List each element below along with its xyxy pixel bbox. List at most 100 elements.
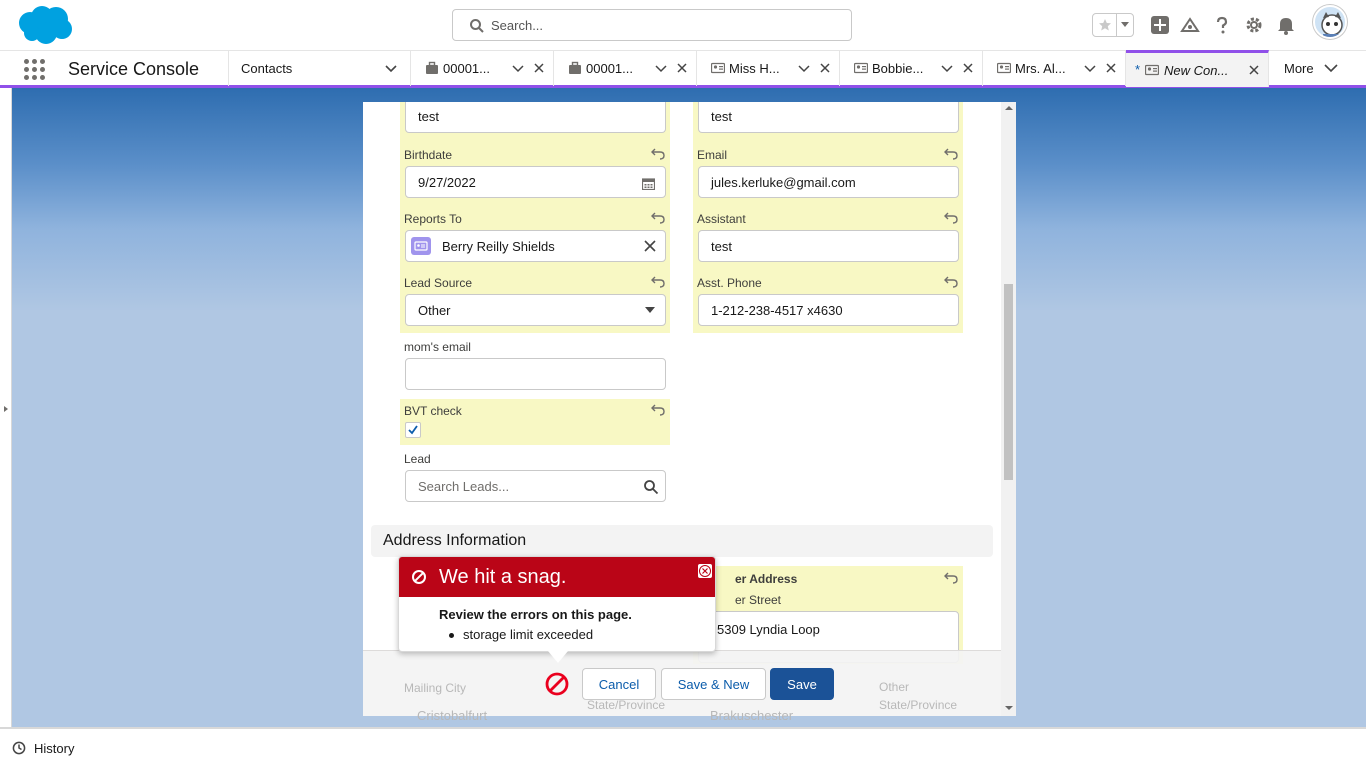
lead-label: Lead <box>404 452 431 466</box>
birthdate-label: Birthdate <box>404 148 453 162</box>
undo-icon[interactable] <box>651 274 665 288</box>
calendar-icon[interactable] <box>642 177 655 190</box>
user-avatar[interactable] <box>1313 5 1347 39</box>
close-icon[interactable] <box>533 62 545 74</box>
modal-scrollbar[interactable] <box>1001 102 1016 716</box>
undo-icon[interactable] <box>651 146 665 160</box>
unsaved-marker: * <box>1135 62 1141 77</box>
chevron-down-icon[interactable] <box>797 61 811 75</box>
search-input[interactable] <box>491 11 841 39</box>
lead-lookup-input[interactable]: Search Leads... <box>405 470 666 502</box>
undo-icon[interactable] <box>944 274 958 288</box>
help-icon[interactable] <box>1210 13 1234 37</box>
workspace-tab-case-1[interactable]: 00001... <box>411 51 554 86</box>
app-name: Service Console <box>68 59 200 79</box>
contact-card-icon <box>997 62 1011 74</box>
chevron-down-icon <box>1324 64 1338 73</box>
cancel-button[interactable]: Cancel <box>582 668 656 700</box>
save-and-new-button[interactable]: Save & New <box>661 668 766 700</box>
clear-selection-icon[interactable] <box>644 240 656 252</box>
email-input[interactable]: jules.kerluke@gmail.com <box>698 166 959 198</box>
close-icon[interactable] <box>697 563 713 579</box>
chevron-down-icon[interactable] <box>1083 61 1097 75</box>
error-popover-header: We hit a snag. <box>399 557 715 597</box>
undo-icon[interactable] <box>944 570 958 584</box>
expand-arrow-icon[interactable] <box>4 406 8 412</box>
workspace-tab-contact-2[interactable]: Bobbie... <box>840 51 983 86</box>
assistant-label: Assistant <box>697 212 746 226</box>
workspace-tab-case-2[interactable]: 00001... <box>554 51 697 86</box>
workspace-tab-contact-1[interactable]: Miss H... <box>697 51 840 86</box>
global-search[interactable] <box>452 9 852 41</box>
moms-email-input[interactable] <box>405 358 666 390</box>
text-field-right[interactable]: test <box>698 102 959 133</box>
global-header <box>0 0 1366 50</box>
close-icon[interactable] <box>819 62 831 74</box>
briefcase-icon <box>569 61 581 74</box>
lead-source-label: Lead Source <box>404 276 473 290</box>
chevron-down-icon[interactable] <box>654 61 668 75</box>
lead-placeholder: Search Leads... <box>418 479 510 494</box>
scrollbar-thumb[interactable] <box>1004 284 1013 480</box>
error-indicator-icon[interactable] <box>544 671 570 697</box>
scroll-up-arrow-icon[interactable] <box>1005 106 1013 110</box>
favorites-dropdown-icon[interactable] <box>1117 14 1133 36</box>
text-field-left[interactable]: test <box>405 102 666 133</box>
contact-card-icon <box>1145 64 1159 76</box>
tab-label: 00001... <box>586 61 633 76</box>
undo-icon[interactable] <box>944 146 958 160</box>
trailhead-icon[interactable] <box>1178 13 1202 37</box>
contact-card-icon <box>854 62 868 74</box>
other-address-label: er Address <box>735 572 798 586</box>
undo-icon[interactable] <box>651 210 665 224</box>
workspace-tab-contact-3[interactable]: Mrs. Al... <box>983 51 1126 86</box>
birthdate-input[interactable]: 9/27/2022 <box>405 166 666 198</box>
assistant-input[interactable]: test <box>698 230 959 262</box>
lead-source-select[interactable]: Other <box>405 294 666 326</box>
nav-item-contacts[interactable]: Contacts <box>228 51 371 86</box>
history-label: History <box>34 741 75 756</box>
close-icon[interactable] <box>1105 62 1117 74</box>
star-icon[interactable] <box>1093 14 1117 36</box>
undo-icon[interactable] <box>651 402 665 416</box>
dropdown-arrow-icon <box>645 307 655 313</box>
popover-pointer <box>548 651 568 663</box>
salesforce-logo[interactable] <box>16 5 74 45</box>
setup-gear-icon[interactable] <box>1242 13 1266 37</box>
contact-card-icon <box>711 62 725 74</box>
error-list-item: storage limit exceeded <box>448 627 594 642</box>
reports-to-lookup[interactable]: Berry Reilly Shields <box>405 230 666 262</box>
moms-email-label: mom's email <box>404 340 471 354</box>
chevron-down-icon[interactable] <box>940 61 954 75</box>
mailing-city-value: Cristobalfurt <box>417 708 488 723</box>
more-tabs-button[interactable]: More <box>1284 61 1338 76</box>
reports-to-value: Berry Reilly Shields <box>442 239 555 254</box>
undo-icon[interactable] <box>944 210 958 224</box>
more-label: More <box>1284 61 1314 76</box>
left-collapse-bar[interactable] <box>0 88 12 727</box>
nav-menu-chevron-down-icon[interactable] <box>371 51 411 86</box>
lead-source-value: Other <box>418 303 451 318</box>
bvt-checkbox[interactable] <box>405 422 421 438</box>
close-icon[interactable] <box>676 62 688 74</box>
checkmark-icon <box>408 425 418 435</box>
other-street-label: er Street <box>735 593 782 607</box>
chevron-down-icon[interactable] <box>511 61 525 75</box>
asst-phone-input[interactable]: 1-212-238-4517 x4630 <box>698 294 959 326</box>
favorites-button[interactable] <box>1092 13 1134 37</box>
tab-label: 00001... <box>443 61 490 76</box>
notifications-bell-icon[interactable] <box>1274 13 1298 37</box>
address-section-header[interactable]: Address Information <box>371 525 993 557</box>
close-icon[interactable] <box>1248 64 1260 76</box>
close-icon[interactable] <box>962 62 974 74</box>
console-nav-bar: Service Console Contacts 00001... 00001.… <box>0 50 1366 88</box>
save-button[interactable]: Save <box>770 668 834 700</box>
workspace-tab-new-contact[interactable]: * New Con... <box>1126 50 1269 87</box>
scroll-down-arrow-icon[interactable] <box>1005 706 1013 710</box>
app-launcher-icon[interactable] <box>24 59 46 81</box>
bvt-check-label: BVT check <box>404 404 462 418</box>
asst-phone-label: Asst. Phone <box>697 276 762 290</box>
utility-bar: History <box>0 727 1366 768</box>
search-icon[interactable] <box>643 479 659 495</box>
global-actions-icon[interactable] <box>1148 13 1172 37</box>
